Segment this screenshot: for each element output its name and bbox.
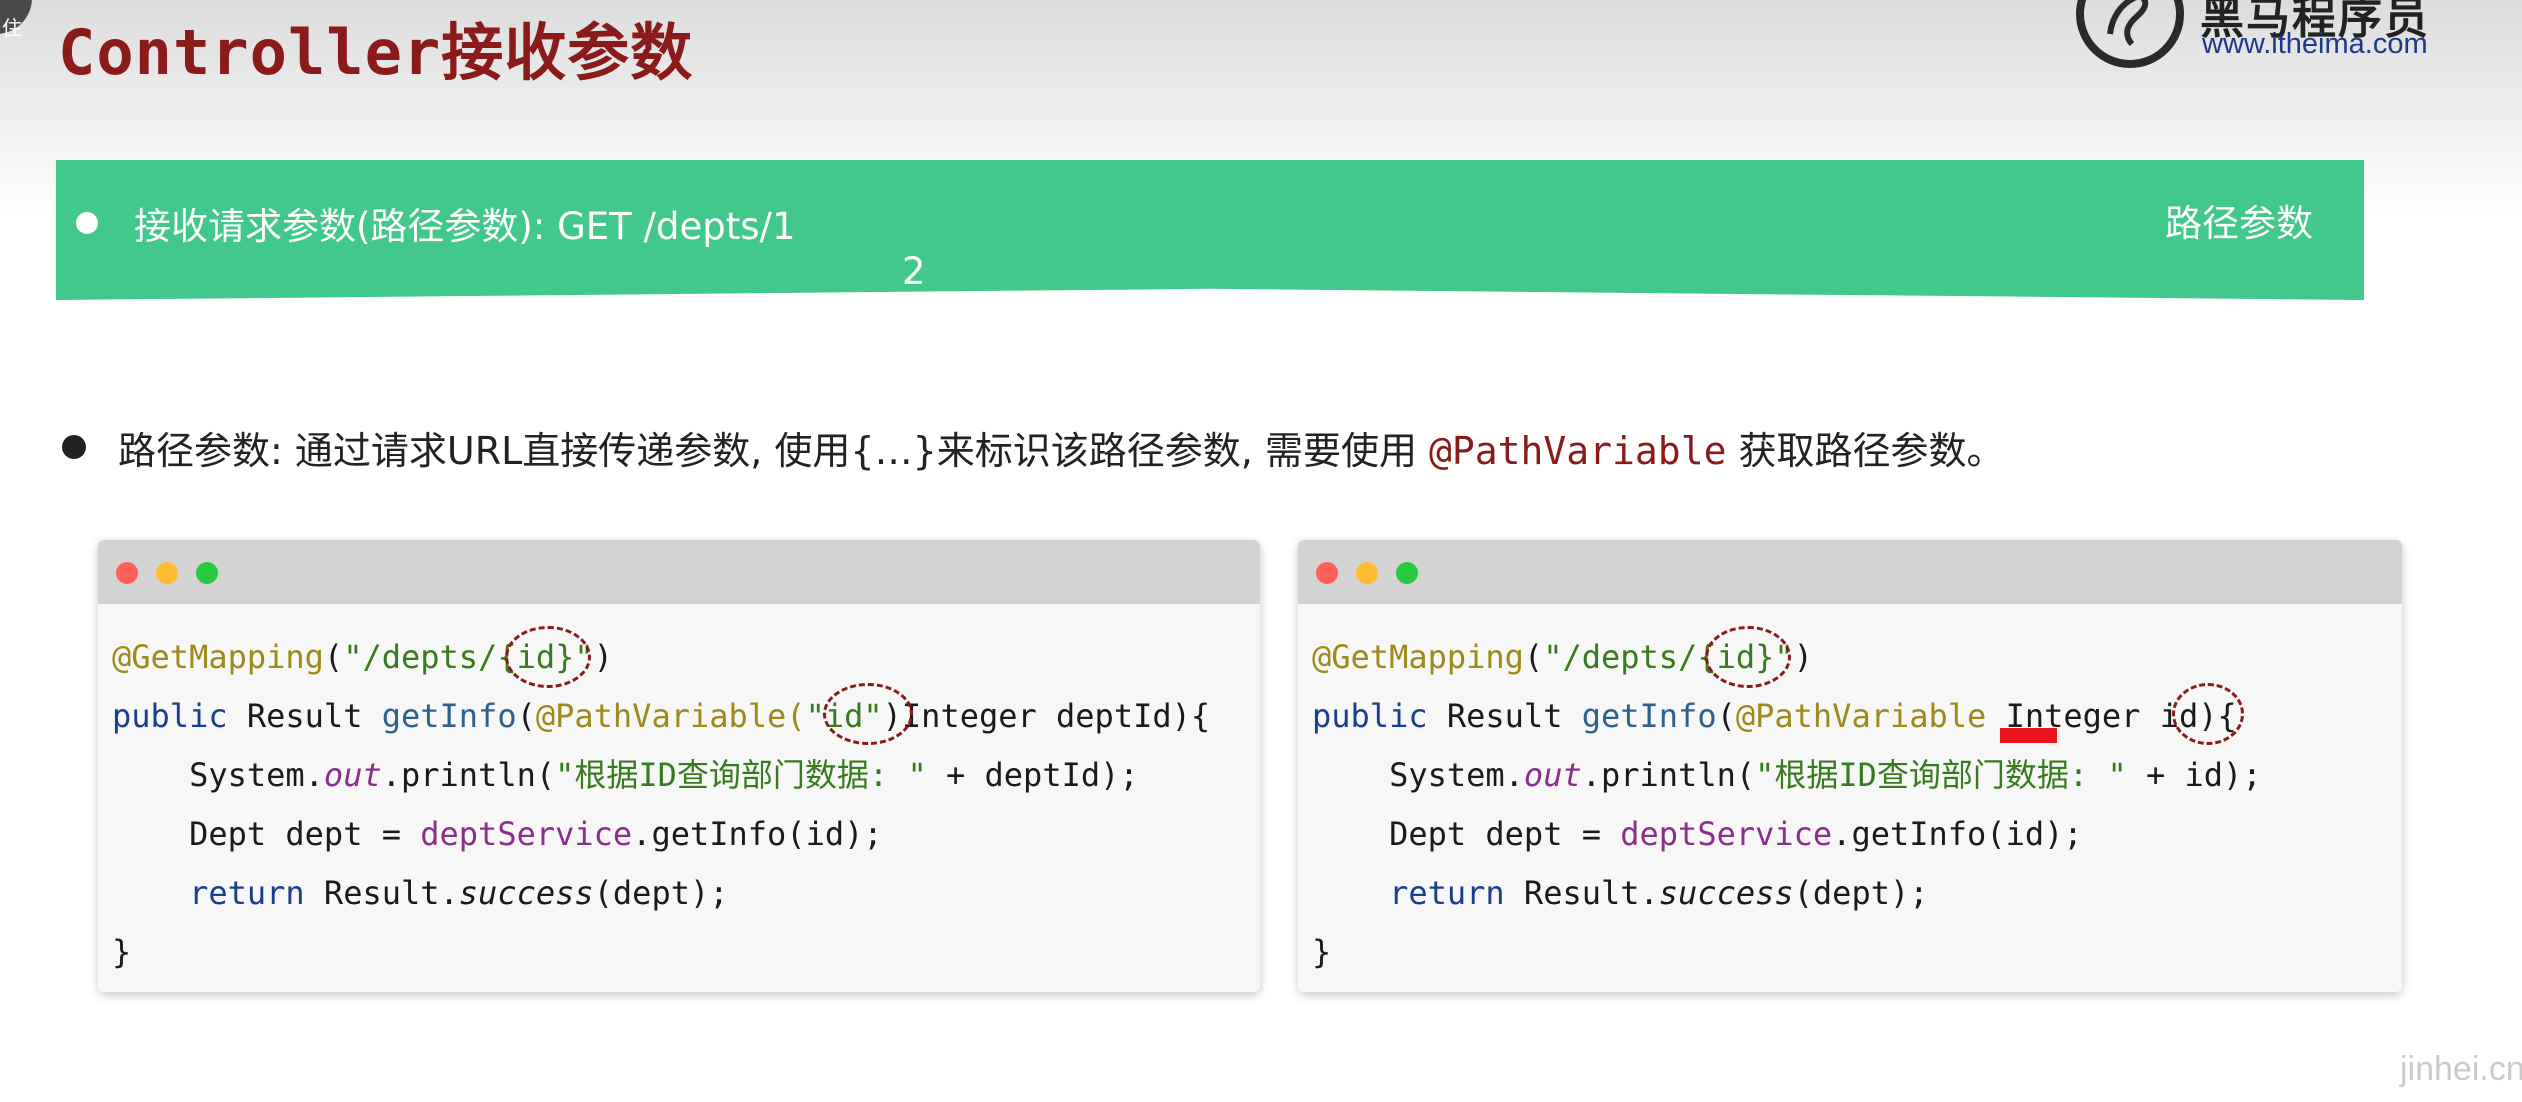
code-block-right: @GetMapping("/depts/{id}") public Result… bbox=[1312, 628, 2262, 982]
code-line: return Result.success(dept); bbox=[1389, 874, 1929, 912]
bullet-suffix: 获取路径参数。 bbox=[1726, 429, 2005, 473]
close-dot-icon bbox=[1316, 562, 1338, 584]
window-title-bar bbox=[98, 540, 1260, 604]
code-line: } bbox=[112, 933, 132, 971]
slide-title: Controller接收参数 bbox=[58, 16, 694, 89]
code-window-right: @GetMapping("/depts/{id}") public Result… bbox=[1298, 540, 2402, 992]
code-line: Dept dept = deptService.getInfo(id); bbox=[112, 815, 883, 853]
bullet-annotation: @PathVariable bbox=[1429, 429, 1727, 473]
corner-badge-text: 住 bbox=[2, 16, 22, 40]
banner-right-label: 路径参数 bbox=[2165, 202, 2313, 245]
highlight-circle-right-path bbox=[1705, 626, 1791, 688]
minimize-dot-icon bbox=[1356, 562, 1378, 584]
code-line: return Result.success(dept); bbox=[189, 874, 729, 912]
bullet-prefix: 路径参数: 通过请求URL直接传递参数, 使用{…}来标识该路径参数, 需要使用 bbox=[118, 429, 1430, 473]
banner-text: 接收请求参数(路径参数): GET /depts/1 bbox=[134, 205, 796, 248]
bullet-dot bbox=[62, 435, 86, 459]
code-line: Dept dept = deptService.getInfo(id); bbox=[1312, 815, 2083, 853]
code-block-left: @GetMapping("/depts/{id}") public Result… bbox=[112, 628, 1210, 982]
code-line: public Result getInfo(@PathVariable Inte… bbox=[1312, 697, 2237, 735]
watermark: jinhei.cn bbox=[2400, 1050, 2522, 1088]
close-dot-icon bbox=[116, 562, 138, 584]
maximize-dot-icon bbox=[1396, 562, 1418, 584]
code-line: public Result getInfo(@PathVariable("id"… bbox=[112, 697, 1211, 735]
red-underline-marker bbox=[2000, 728, 2057, 743]
minimize-dot-icon bbox=[156, 562, 178, 584]
horse-logo-icon bbox=[2076, 0, 2184, 68]
banner-text-wrap: 2 bbox=[902, 250, 926, 293]
code-line: } bbox=[1312, 933, 1332, 971]
logo-url: www.itheima.com bbox=[2202, 28, 2428, 60]
window-title-bar bbox=[1298, 540, 2402, 604]
bullet-text: 路径参数: 通过请求URL直接传递参数, 使用{…}来标识该路径参数, 需要使用… bbox=[118, 420, 2005, 475]
banner-bullet bbox=[76, 212, 98, 234]
code-window-left: @GetMapping("/depts/{id}") public Result… bbox=[98, 540, 1260, 992]
code-line: System.out.println("根据ID查询部门数据: " + dept… bbox=[112, 756, 1139, 794]
highlight-circle-left-param bbox=[823, 683, 913, 745]
maximize-dot-icon bbox=[196, 562, 218, 584]
code-line: System.out.println("根据ID查询部门数据: " + id); bbox=[1312, 756, 2262, 794]
highlight-circle-right-param bbox=[2172, 683, 2244, 745]
highlight-circle-left-path bbox=[505, 626, 591, 688]
